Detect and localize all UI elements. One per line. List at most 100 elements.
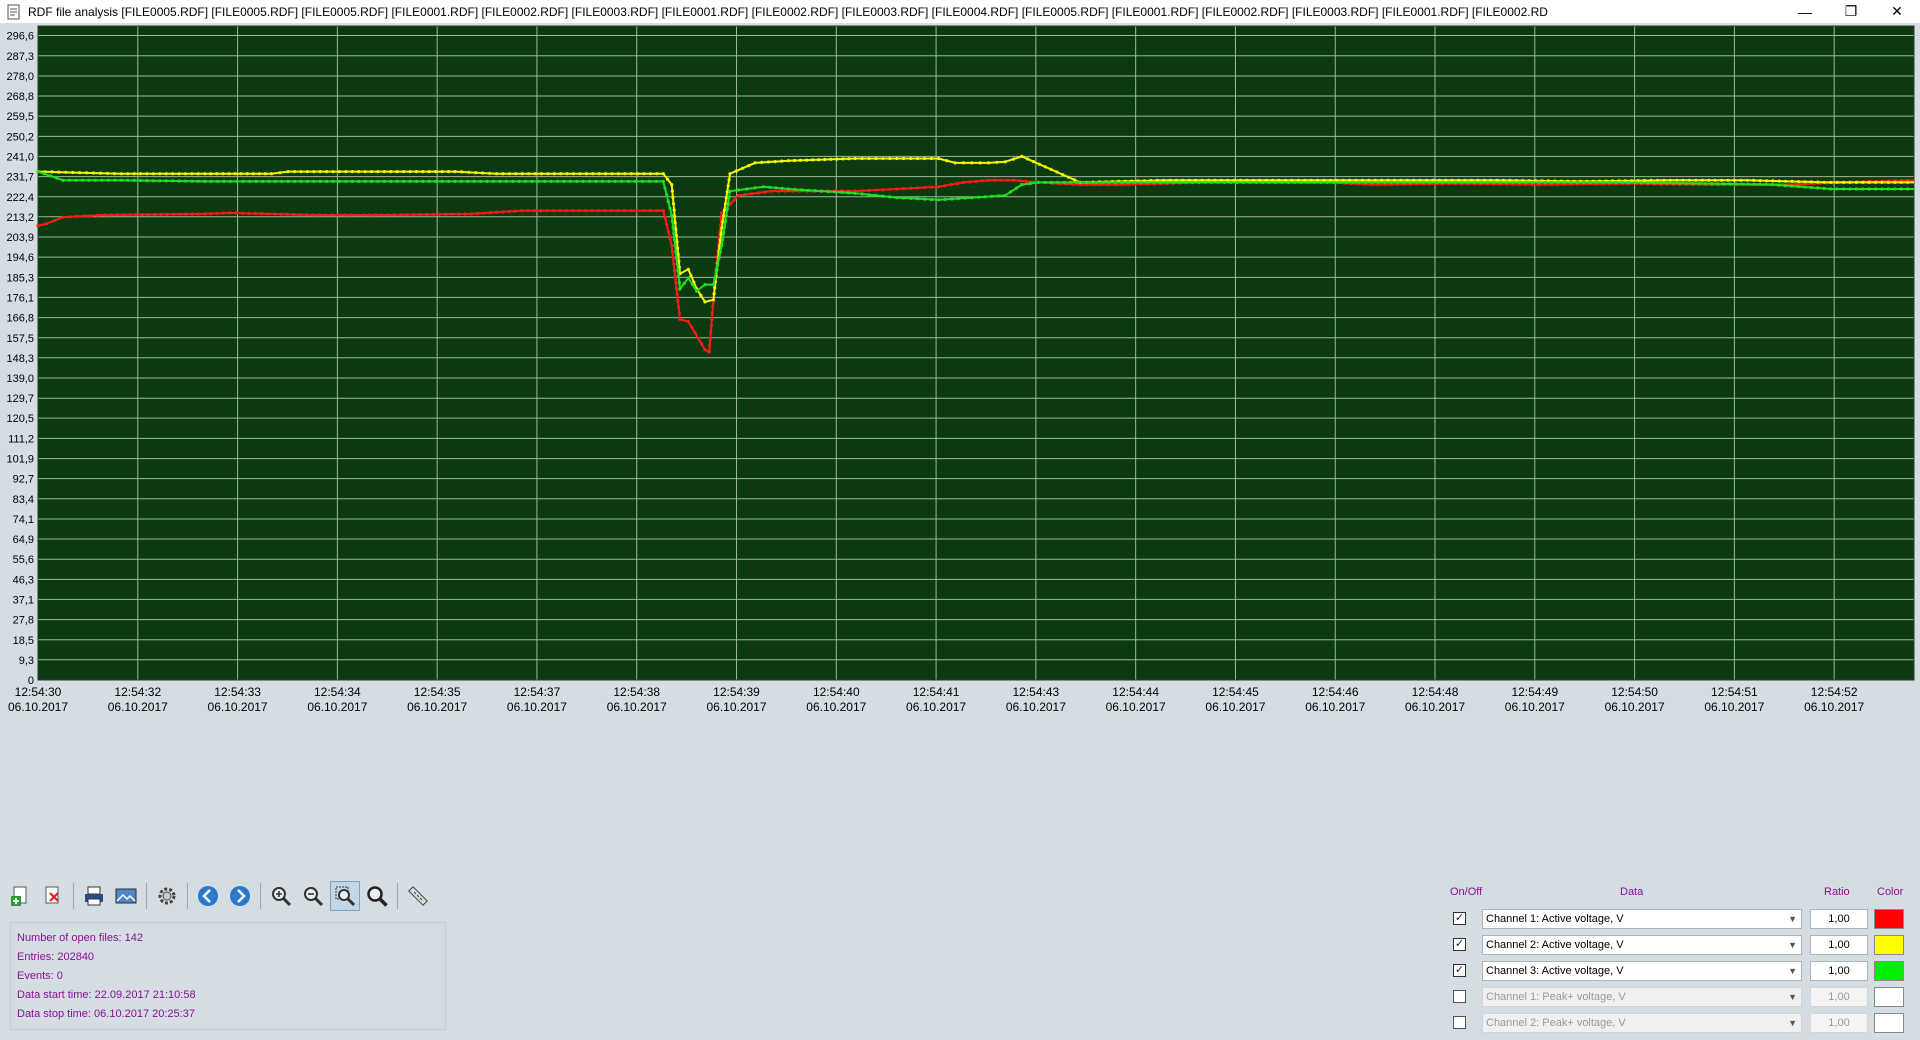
- series-point-2: [1790, 179, 1794, 183]
- series-point-1: [881, 188, 885, 192]
- series-point-3: [711, 283, 716, 287]
- print-button[interactable]: [79, 881, 109, 911]
- channel-color-swatch[interactable]: [1874, 961, 1904, 981]
- channel-checkbox[interactable]: [1453, 1016, 1466, 1029]
- restore-button[interactable]: ❐: [1828, 0, 1874, 24]
- series-point-1: [115, 213, 119, 217]
- series-point-3: [840, 190, 844, 194]
- channel-checkbox[interactable]: ✓: [1453, 938, 1466, 951]
- channel-color-swatch[interactable]: [1874, 935, 1904, 955]
- series-point-2: [571, 172, 576, 176]
- series-point-3: [1691, 181, 1695, 185]
- series-point-3: [126, 178, 130, 182]
- minimize-button[interactable]: —: [1782, 0, 1828, 24]
- series-point-1: [495, 210, 499, 214]
- series-point-3: [1524, 180, 1528, 184]
- series-point-2: [881, 156, 885, 161]
- channel-color-swatch[interactable]: [1874, 987, 1904, 1007]
- back-button[interactable]: [193, 881, 223, 911]
- channel-color-swatch[interactable]: [1874, 1013, 1904, 1033]
- channel-data-select[interactable]: Channel 1: Active voltage, V ▼: [1482, 909, 1802, 929]
- close-button[interactable]: ✕: [1874, 0, 1920, 24]
- series-point-2: [1687, 178, 1692, 182]
- series-point-3: [575, 179, 579, 183]
- series-point-3: [376, 179, 380, 183]
- channel-data-select[interactable]: Channel 2: Active voltage, V ▼: [1482, 935, 1802, 955]
- series-point-3: [395, 179, 399, 183]
- x-tick-time: 12:54:40: [813, 685, 860, 699]
- channel-data-select[interactable]: Channel 3: Active voltage, V ▼: [1482, 961, 1802, 981]
- series-point-1: [1018, 179, 1022, 183]
- series-point-3: [260, 179, 265, 183]
- series-point-3: [382, 179, 386, 183]
- forward-button[interactable]: [225, 881, 255, 911]
- series-point-3: [1255, 180, 1259, 184]
- series-point-1: [675, 293, 679, 297]
- series-point-2: [699, 293, 703, 297]
- series-point-3: [504, 179, 508, 183]
- series-point-1: [342, 213, 346, 217]
- zoom-out-button[interactable]: [298, 881, 328, 911]
- y-tick-label: 176,1: [6, 292, 34, 304]
- remove-file-button[interactable]: [38, 881, 68, 911]
- window-title: RDF file analysis [FILE0005.RDF] [FILE00…: [28, 4, 1548, 19]
- series-point-3: [1511, 180, 1515, 184]
- series-point-3: [299, 179, 303, 183]
- channel-checkbox[interactable]: ✓: [1453, 912, 1466, 925]
- x-tick-date: 06.10.2017: [1605, 700, 1665, 714]
- voltage-chart[interactable]: 0 9,3 18,5 27,8 37,1 46,3 55,6 64,9 74,1 83,4 92,7…: [0, 24, 1920, 876]
- series-point-3: [1396, 180, 1400, 184]
- series-point-3: [510, 179, 515, 183]
- series-point-1: [266, 212, 270, 216]
- series-point-3: [1607, 180, 1611, 184]
- series-point-2: [722, 208, 727, 212]
- series-point-3: [1020, 183, 1024, 187]
- channel-ratio-input[interactable]: 1,00: [1810, 961, 1868, 981]
- y-tick-label: 194,6: [6, 252, 34, 264]
- series-point-1: [671, 256, 675, 260]
- toolbar-separator: [187, 883, 188, 909]
- channel-checkbox[interactable]: [1453, 990, 1466, 1003]
- series-point-1: [686, 319, 690, 324]
- series-point-2: [1003, 160, 1007, 164]
- series-point-2: [1720, 178, 1724, 182]
- zoom-in-button[interactable]: [266, 881, 296, 911]
- x-tick-date: 06.10.2017: [507, 700, 567, 714]
- series-point-1: [311, 213, 315, 217]
- series-point-2: [1031, 160, 1036, 164]
- measure-button[interactable]: [403, 881, 433, 911]
- channel-color-swatch[interactable]: [1874, 909, 1904, 929]
- series-point-1: [292, 212, 296, 217]
- series-point-2: [753, 161, 757, 165]
- zoom-area-button[interactable]: [330, 881, 360, 911]
- series-point-3: [661, 179, 665, 183]
- series-point-1: [672, 262, 676, 266]
- channel-ratio-input: 1,00: [1810, 1013, 1868, 1033]
- series-point-3: [1588, 180, 1592, 184]
- add-file-button[interactable]: [6, 881, 36, 911]
- series-point-1: [629, 209, 633, 213]
- series-point-2: [71, 170, 75, 175]
- series-point-3: [466, 179, 470, 183]
- image-export-icon: [115, 888, 137, 904]
- series-point-3: [1627, 180, 1631, 185]
- zoom-fit-button[interactable]: [362, 881, 392, 911]
- export-image-button[interactable]: [111, 881, 141, 911]
- channel-ratio-input[interactable]: 1,00: [1810, 909, 1868, 929]
- series-point-2: [1906, 180, 1910, 184]
- series-point-3: [793, 187, 797, 191]
- series-point-3: [1734, 182, 1738, 186]
- series-point-3: [1165, 180, 1169, 184]
- series-point-3: [722, 225, 727, 229]
- series-point-1: [642, 209, 646, 213]
- settings-button[interactable]: [152, 881, 182, 911]
- channel-ratio-input[interactable]: 1,00: [1810, 935, 1868, 955]
- channel-checkbox[interactable]: ✓: [1453, 964, 1466, 977]
- series-point-2: [1694, 178, 1698, 182]
- series-point-1: [597, 209, 601, 213]
- series-point-2: [539, 172, 544, 176]
- series-point-1: [743, 193, 747, 197]
- series-point-1: [770, 189, 774, 193]
- chart-svg[interactable]: 09,318,527,837,146,355,664,974,183,492,7…: [0, 24, 1920, 876]
- series-point-3: [723, 219, 728, 223]
